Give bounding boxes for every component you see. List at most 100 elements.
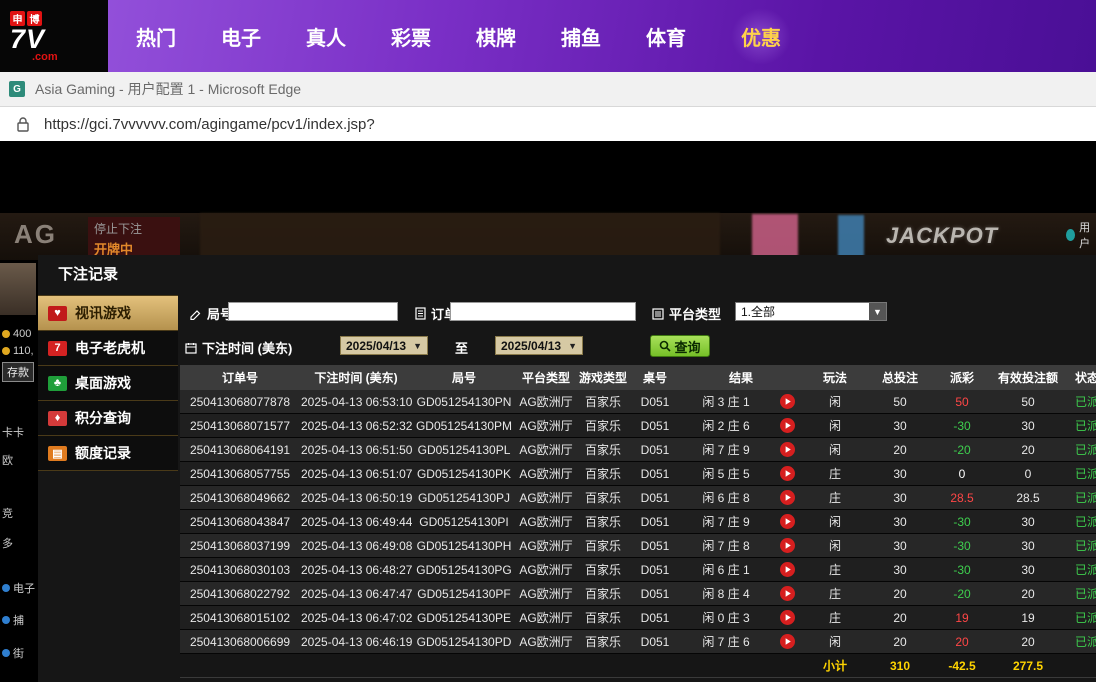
platform-type-select[interactable]: 1.全部 ▼: [735, 302, 887, 321]
left-rail-item-5[interactable]: 欧: [2, 452, 13, 468]
left-rail-item-4[interactable]: 卡卡: [2, 424, 24, 440]
nav-item-8[interactable]: 优惠: [731, 7, 791, 65]
game-type-cell: 百家乐: [576, 629, 630, 654]
site-logo[interactable]: 申 博 7V .com: [0, 0, 108, 72]
platform-cell: AG欧洲厅: [516, 413, 576, 438]
payout-cell: 20: [932, 629, 993, 654]
platform-cell: AG欧洲厅: [516, 557, 576, 582]
bet-time-cell: 2025-04-13 06:47:47: [300, 581, 412, 606]
sidebar-item-1[interactable]: ♥ 视讯游戏: [38, 296, 178, 331]
payout-cell: 50: [932, 390, 993, 414]
right-rail-item-1[interactable]: 用户: [1066, 219, 1096, 251]
nav-item-6[interactable]: 捕鱼: [561, 22, 601, 51]
nav-item-5[interactable]: 棋牌: [476, 22, 516, 51]
sidebar-item-5[interactable]: ▤ 额度记录: [38, 436, 178, 471]
play-icon[interactable]: [779, 418, 795, 434]
coin-icon: [2, 347, 10, 355]
bet-records-table: 订单号 下注时间 (美东) 局号 平台类型 游戏类型 桌号 结果 玩法 总投注 派彩 有效投注额 状态…: [180, 365, 1096, 682]
replay-cell: [772, 509, 803, 534]
logo-brand: 7V: [10, 23, 46, 54]
table-no-cell: D051: [630, 509, 680, 534]
play-icon[interactable]: [779, 634, 795, 650]
table-subtotal-row: 小计 310 -42.5 277.5: [180, 653, 1096, 678]
game-no-input[interactable]: [228, 302, 398, 321]
left-rail-item-2[interactable]: 110,: [2, 345, 34, 357]
left-rail-label: 电子: [13, 583, 35, 595]
payout-cell: -30: [932, 533, 993, 558]
game-no-label: 局号: [190, 304, 233, 323]
left-rail-item-6[interactable]: 竞: [2, 505, 13, 521]
table-no-cell: D051: [630, 581, 680, 606]
play-icon[interactable]: [779, 562, 795, 578]
replay-cell: [772, 390, 803, 414]
bet-time-cell: 2025-04-13 06:53:10: [300, 390, 412, 414]
nav-item-4[interactable]: 彩票: [391, 22, 431, 51]
background-image: [200, 213, 720, 260]
browser-url-bar[interactable]: https://gci.7vvvvvv.com/agingame/pcv1/in…: [0, 107, 1096, 141]
platform-type-value: 1.全部: [741, 305, 776, 319]
replay-cell: [772, 533, 803, 558]
left-rail-item-3[interactable]: 存款: [2, 362, 34, 382]
game-no-cell: GD051254130PK: [412, 461, 516, 486]
left-rail-label: 存款: [2, 362, 34, 382]
left-rail-item-7[interactable]: 多: [2, 535, 13, 551]
left-rail-item-9[interactable]: 捕: [2, 612, 24, 628]
query-button[interactable]: 查询: [650, 335, 710, 357]
date-to-select[interactable]: 2025/04/13 ▼: [495, 336, 583, 355]
search-icon: [660, 340, 672, 352]
play-icon[interactable]: [779, 466, 795, 482]
table-row: 250413068043847 2025-04-13 06:49:44 GD0512…: [180, 509, 1096, 534]
nav-item-7[interactable]: 体育: [646, 22, 686, 51]
nav-item-1[interactable]: 热门: [136, 22, 176, 51]
column-header-1: 订单号: [180, 365, 300, 390]
nav-item-2[interactable]: 电子: [221, 22, 261, 51]
date-from-select[interactable]: 2025/04/13 ▼: [340, 336, 428, 355]
coin-icon: [2, 330, 10, 338]
payout-cell: 0: [932, 461, 993, 486]
total-bet-cell: 30: [868, 509, 933, 534]
game-no-cell: GD051254130PL: [412, 437, 516, 462]
subtotal-label: 小计: [802, 653, 869, 678]
play-icon[interactable]: [779, 538, 795, 554]
panel-sidebar: ♥ 视讯游戏 7 电子老虎机 ♣ 桌面游戏 ♦ 积分查询 ▤ 额度记录: [38, 295, 178, 471]
play-icon[interactable]: [779, 610, 795, 626]
left-rail-item-10[interactable]: 街: [2, 645, 24, 661]
valid-bet-cell: 20: [992, 581, 1065, 606]
play-icon[interactable]: [779, 442, 795, 458]
order-no-cell: 250413068057755: [180, 461, 300, 486]
play-icon[interactable]: [779, 514, 795, 530]
status-cell: 已派: [1064, 581, 1096, 606]
left-rail-item-1[interactable]: 400: [2, 328, 31, 340]
play-icon[interactable]: [779, 490, 795, 506]
table-row: 250413068030103 2025-04-13 06:48:27 GD0512…: [180, 557, 1096, 582]
order-no-input[interactable]: [450, 302, 636, 321]
sidebar-item-label: 桌面游戏: [75, 375, 131, 391]
url-text[interactable]: https://gci.7vvvvvv.com/agingame/pcv1/in…: [44, 116, 375, 133]
bet-time-cell: 2025-04-13 06:47:02: [300, 605, 412, 630]
sidebar-item-4[interactable]: ♦ 积分查询: [38, 401, 178, 436]
play-icon[interactable]: [779, 586, 795, 602]
nav-item-3[interactable]: 真人: [306, 22, 346, 51]
game-no-cell: GD051254130PF: [412, 581, 516, 606]
status-cell: 已派: [1064, 437, 1096, 462]
platform-type-label: 平台类型: [652, 304, 721, 323]
replay-cell: [772, 557, 803, 582]
left-rail-label: 卡卡: [2, 427, 24, 439]
table-total-row: 总计310-42.5277.5: [180, 677, 1096, 682]
column-header-5: 游戏类型: [576, 365, 630, 390]
table-row: 250413068006699 2025-04-13 06:46:19 GD0512…: [180, 629, 1096, 654]
calendar-icon: [185, 342, 197, 354]
total-total-bet: 310: [868, 677, 933, 682]
result-cell: 闲 5 庄 5: [680, 461, 772, 486]
sidebar-item-2[interactable]: 7 电子老虎机: [38, 331, 178, 366]
sidebar-item-3[interactable]: ♣ 桌面游戏: [38, 366, 178, 401]
left-rail-item-8[interactable]: 电子: [2, 580, 35, 596]
slot-machine-image: [752, 214, 798, 258]
table-no-cell: D051: [630, 437, 680, 462]
panel-title: 下注记录: [58, 266, 119, 283]
total-bet-cell: 20: [868, 605, 933, 630]
payout-cell: -30: [932, 557, 993, 582]
subtotal-valid-bet: 277.5: [992, 653, 1065, 678]
play-icon[interactable]: [779, 394, 795, 410]
total-bet-cell: 30: [868, 485, 933, 510]
